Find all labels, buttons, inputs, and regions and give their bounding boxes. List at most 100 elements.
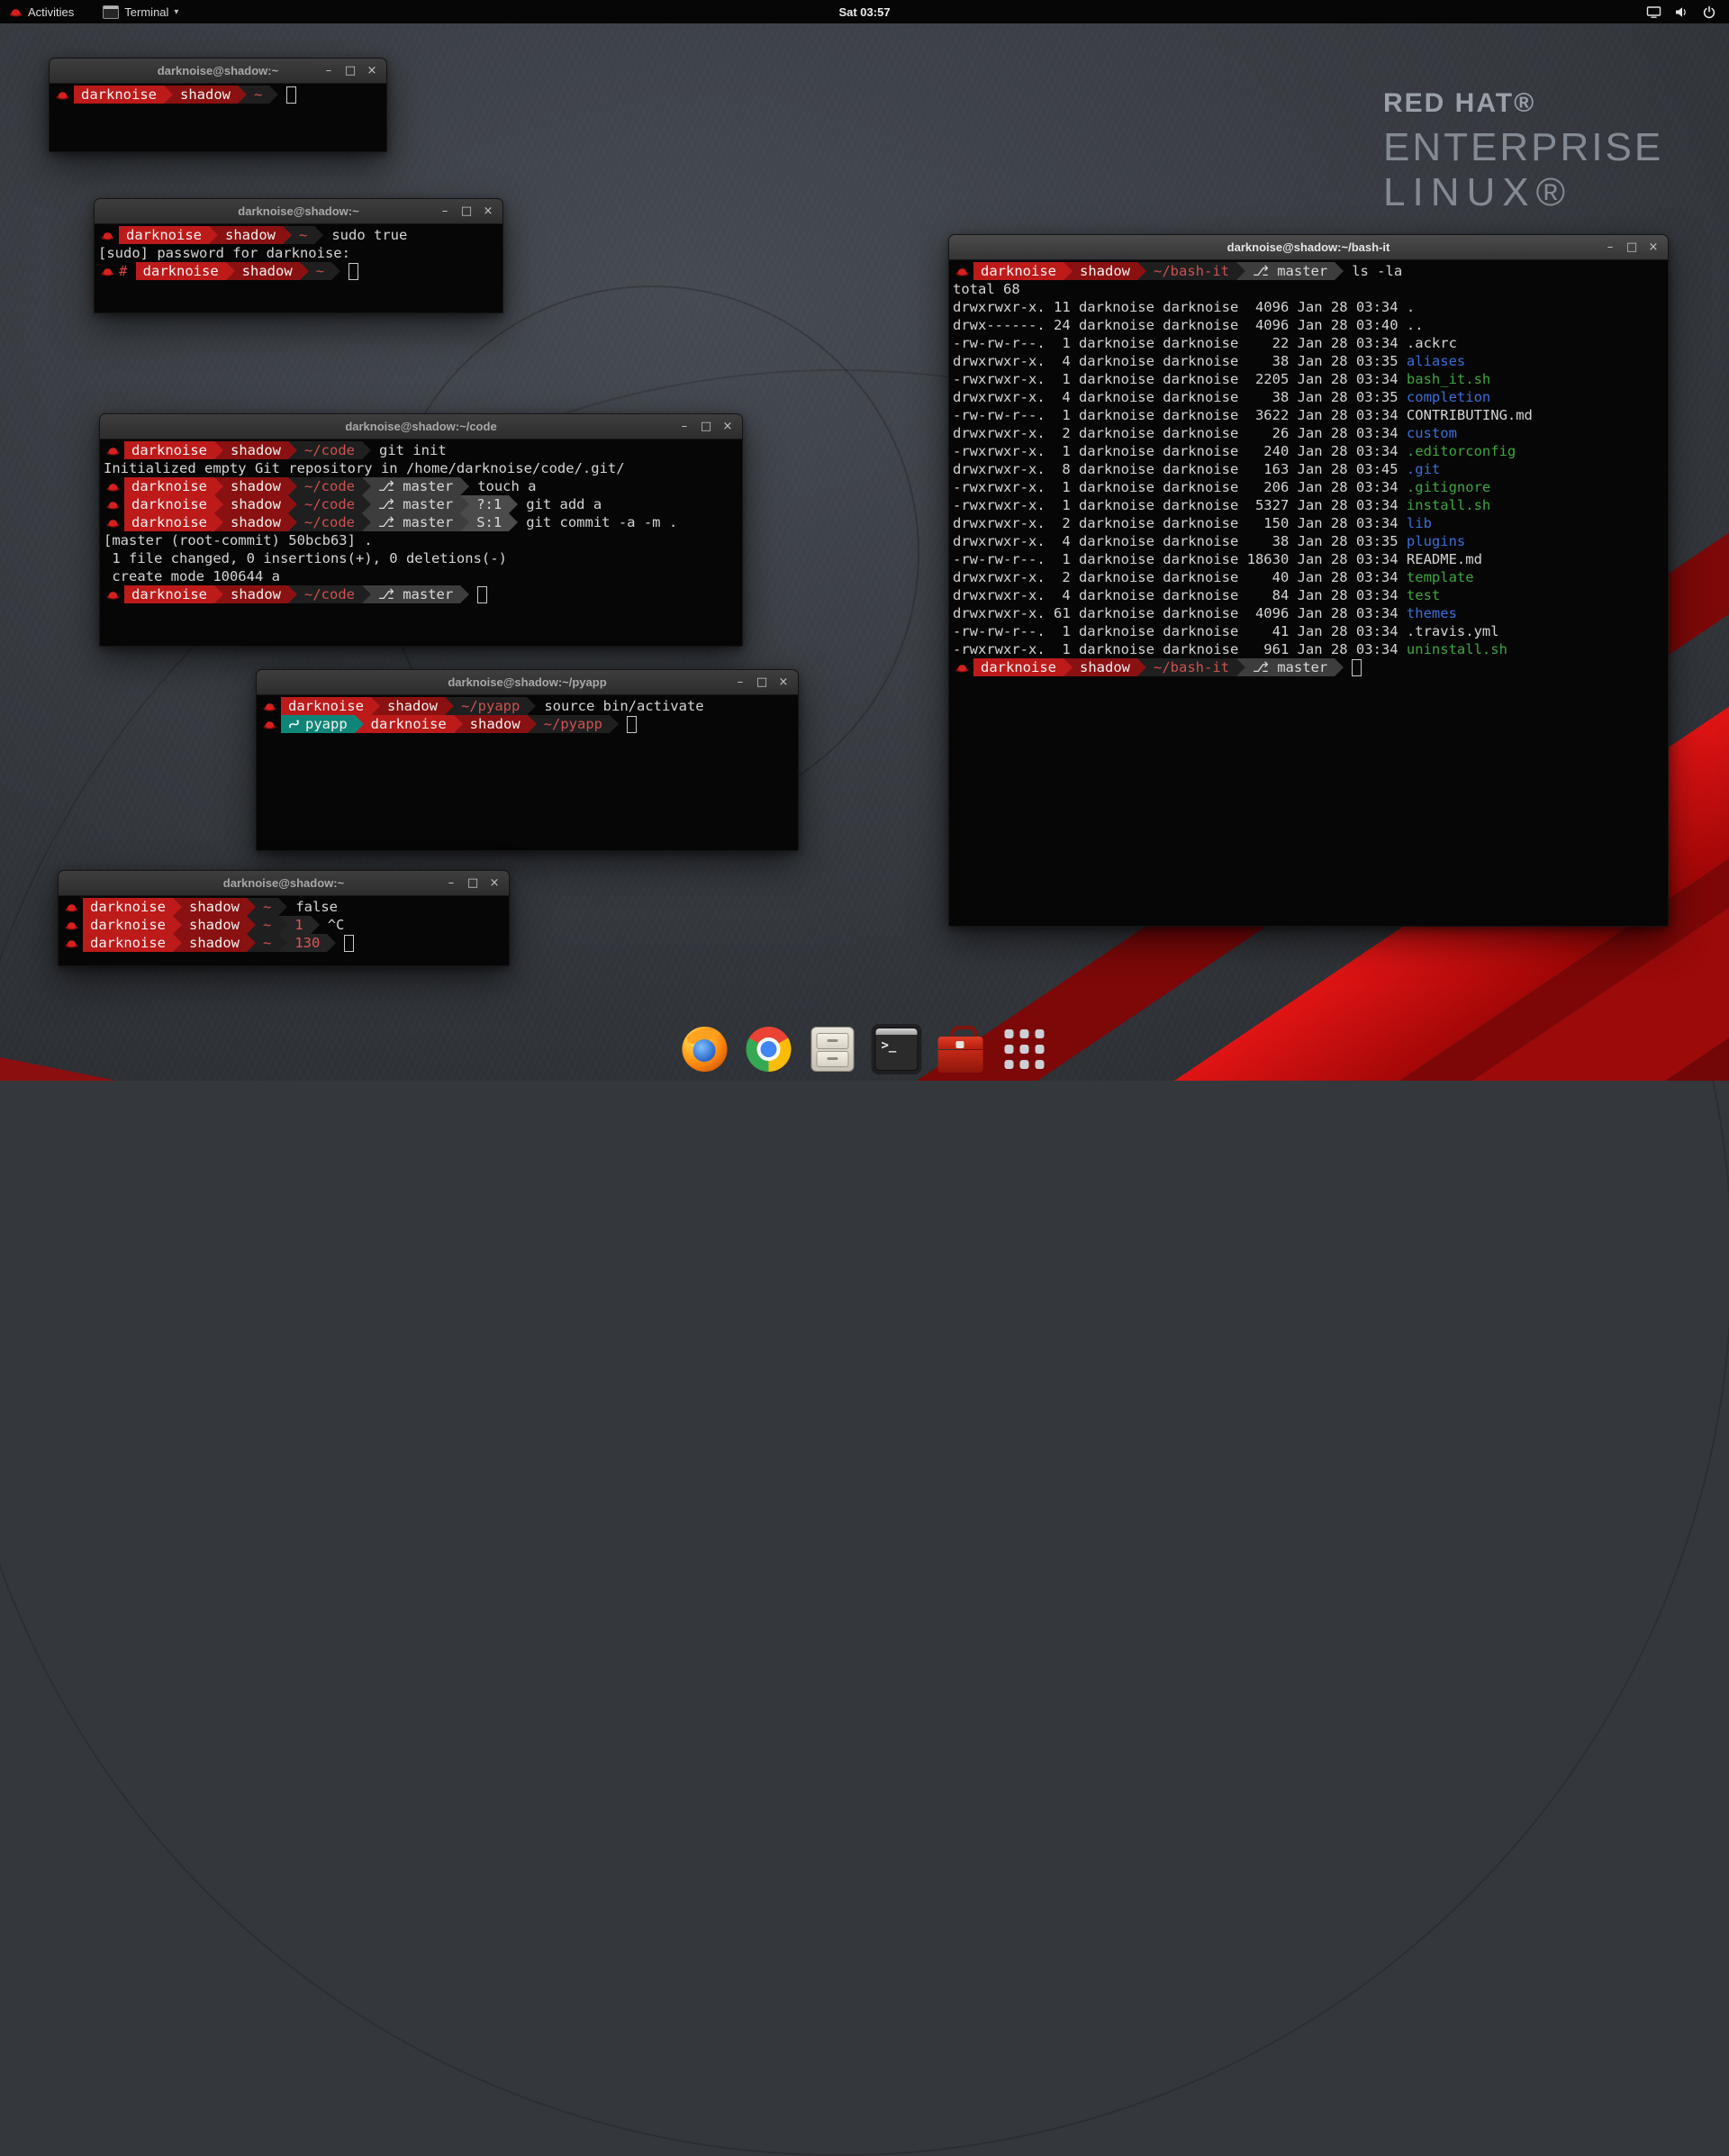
dock-item-app-grid[interactable] [999,1023,1051,1075]
prompt-segment: shadow [223,513,288,531]
window-maximize-button[interactable]: □ [1625,235,1638,259]
window-close-button[interactable]: × [482,199,494,223]
prompt-segment: darknoise [83,934,173,952]
display-icon[interactable] [1646,5,1661,19]
window-maximize-button[interactable]: □ [700,414,712,439]
powerline-separator-icon [460,477,469,495]
terminal-content[interactable]: darknoiseshadow~ [50,84,385,150]
window-buttons: –□ × [678,414,742,439]
dock-item-chrome[interactable] [743,1023,795,1075]
window-exit-codes[interactable]: darknoise@shadow:~–□×darknoiseshadow~fal… [58,870,510,966]
terminal-content[interactable]: darknoiseshadow~/codegit initInitialized… [101,439,741,645]
prompt-segment: darknoise [124,495,214,513]
window-bash-it[interactable]: darknoise@shadow:~/bash-it–□×darknoisesh… [948,234,1669,927]
terminal-cursor [344,935,354,952]
window-home-1[interactable]: darknoise@shadow:~–□×darknoiseshadow~ [49,58,387,152]
powerline-separator-icon [164,86,173,104]
prompt-segment: ~/pyapp [454,697,527,715]
window-minimize-button[interactable]: – [1604,235,1616,259]
dock-item-firefox[interactable] [679,1023,731,1075]
dock-item-terminal[interactable]: >_ [871,1023,923,1075]
window-sudo[interactable]: darknoise@shadow:~–□×darknoiseshadow~sud… [94,198,503,313]
terminal-app-icon [103,5,119,19]
output-text: -rwxrwxr-x. 1 darknoise darknoise 961 Ja… [953,641,1407,657]
powerline-separator-icon [269,86,278,104]
powerline-separator-icon [288,585,297,603]
powerline-separator-icon [173,916,182,934]
window-code[interactable]: darknoise@shadow:~/code–□×darknoiseshado… [99,413,743,647]
redhat-prompt-icon [263,719,276,729]
prompt-segment: ⎇ master [371,513,460,531]
redhat-prompt-icon [65,919,78,930]
window-minimize-button[interactable]: – [439,199,451,223]
window-titlebar[interactable]: darknoise@shadow:~–□× [95,199,502,224]
window-minimize-button[interactable]: – [322,59,335,83]
window-maximize-button[interactable]: □ [466,871,479,895]
terminal-line: -rw-rw-r--. 1 darknoise darknoise 18630 … [953,550,1664,568]
powerline-separator-icon [247,898,256,916]
app-grid-dots [1005,1029,1045,1069]
dock-item-toolbox[interactable] [935,1023,987,1075]
powerline-separator-icon [300,262,309,280]
activities-button[interactable]: Activities [0,0,83,23]
prompt-segment: ⎇ master [371,477,460,495]
terminal-content[interactable]: darknoiseshadow~/bash-it⎇ masterls -lato… [950,260,1667,925]
window-titlebar[interactable]: darknoise@shadow:~–□ × [59,871,509,896]
window-maximize-button[interactable]: □ [756,670,768,694]
window-titlebar[interactable]: darknoise@shadow:~/pyapp–□× [257,670,798,695]
window-buttons: –□ × [734,670,798,694]
terminal-line: darknoiseshadow~1^C [62,916,505,934]
output-text: .git [1407,461,1440,477]
window-titlebar[interactable]: darknoise@shadow:~–□× [50,59,386,84]
output-text: bash_it.sh [1407,371,1490,387]
redhat-prompt-icon [65,938,78,948]
system-tray [1646,0,1729,23]
window-minimize-button[interactable]: – [678,414,691,439]
window-titlebar[interactable]: darknoise@shadow:~/bash-it–□× [949,235,1668,260]
output-text: drwxrwxr-x. 2 darknoise darknoise 150 Ja… [953,515,1407,531]
prompt-segment: 130 [287,934,327,952]
terminal-line: pyappdarknoiseshadow~/pyapp [260,715,794,733]
window-maximize-button[interactable]: □ [460,199,473,223]
window-pyapp[interactable]: darknoise@shadow:~/pyapp–□×darknoiseshad… [256,669,799,851]
window-close-button[interactable]: × [721,414,734,439]
terminal-line: darknoiseshadow~false [62,898,505,916]
window-titlebar[interactable]: darknoise@shadow:~/code–□× [100,414,742,439]
terminal-line: -rwxrwxr-x. 1 darknoise darknoise 961 Ja… [953,640,1664,658]
prompt-segment: darknoise [83,916,173,934]
terminal-line: drwxrwxr-x. 2 darknoise darknoise 40 Jan… [953,568,1664,586]
terminal-cursor [477,586,487,603]
window-maximize-button[interactable]: □ [344,59,357,83]
powerline-separator-icon [331,262,340,280]
window-close-button[interactable]: × [488,871,501,895]
ribbon-corner [0,1057,117,1081]
command-text: git init [379,442,447,458]
prompt-segment: ~ [256,934,278,952]
dock-item-files[interactable] [807,1023,859,1075]
volume-icon[interactable] [1674,5,1689,19]
window-title: darknoise@shadow:~ [122,876,446,890]
app-menu-terminal[interactable]: Terminal ▾ [94,0,187,23]
prompt-segment: ~/pyapp [537,715,610,733]
window-minimize-button[interactable]: – [445,871,457,895]
window-close-button[interactable]: × [1647,235,1660,259]
terminal-content[interactable]: darknoiseshadow~/pyappsource bin/activat… [258,695,797,849]
firefox-icon [683,1027,728,1072]
window-close-button[interactable]: × [777,670,790,694]
output-text: -rwxrwxr-x. 1 darknoise darknoise 5327 J… [953,497,1407,513]
redhat-prompt-icon [106,481,120,492]
redhat-prompt-icon [101,266,114,276]
power-icon[interactable] [1702,5,1716,19]
output-text: [master (root-commit) 50bcb63] . [104,532,373,548]
output-text: drwxrwxr-x. 4 darknoise darknoise 84 Jan… [953,587,1407,603]
terminal-cursor [1352,659,1362,676]
powerline-separator-icon [278,898,287,916]
terminal-content[interactable]: darknoiseshadow~sudo true[sudo] password… [95,224,502,312]
prompt-segment: shadow [223,495,288,513]
window-close-button[interactable]: × [366,59,378,83]
clock[interactable]: Sat 03:57 [838,5,890,19]
terminal-content[interactable]: darknoiseshadow~falsedarknoiseshadow~1^C… [59,896,508,965]
window-minimize-button[interactable]: – [734,670,747,694]
prompt-segment: darknoise [83,898,173,916]
redhat-logo-icon [9,6,23,17]
